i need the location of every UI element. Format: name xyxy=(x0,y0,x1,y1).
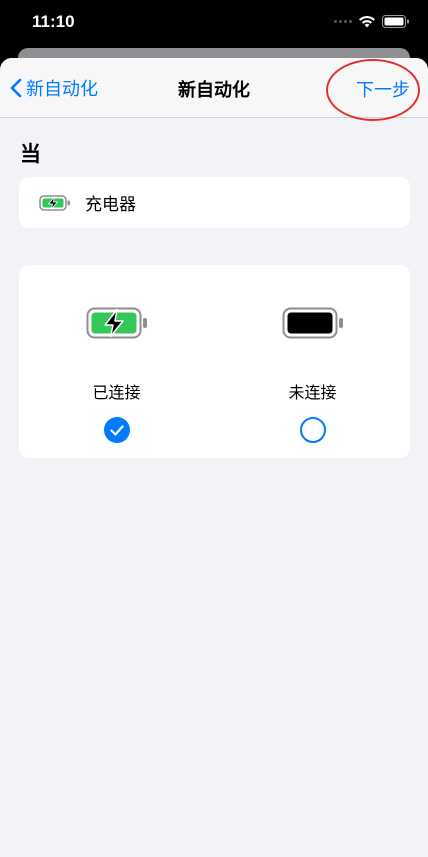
section-header-when: 当 xyxy=(20,142,41,166)
wifi-icon xyxy=(359,16,375,28)
checkmark-icon xyxy=(109,424,124,436)
radio-checked[interactable] xyxy=(103,417,130,443)
battery-charging-icon xyxy=(86,307,148,343)
option-disconnected-label: 未连接 xyxy=(288,383,337,402)
status-bar: 11:10 xyxy=(0,0,428,48)
cellular-signal-icon xyxy=(334,20,352,23)
annotation-circle xyxy=(326,59,420,121)
trigger-row[interactable]: 充电器 xyxy=(19,177,410,228)
radio-unchecked[interactable] xyxy=(299,417,326,443)
battery-icon xyxy=(282,307,344,343)
navigation-bar: 新自动化 新自动化 下一步 xyxy=(0,58,428,121)
status-icons xyxy=(334,15,410,28)
automation-sheet: 新自动化 新自动化 下一步 当 充电器 已连接 未连接 xyxy=(0,58,428,857)
trigger-label: 充电器 xyxy=(85,195,136,215)
option-connected-label: 已连接 xyxy=(92,383,141,402)
battery-charging-icon xyxy=(39,194,71,211)
status-time: 11:10 xyxy=(32,12,75,31)
connection-options: 已连接 未连接 xyxy=(19,265,410,458)
option-disconnected[interactable]: 未连接 xyxy=(215,265,410,458)
option-connected[interactable]: 已连接 xyxy=(19,265,214,458)
battery-status-icon xyxy=(382,15,409,28)
